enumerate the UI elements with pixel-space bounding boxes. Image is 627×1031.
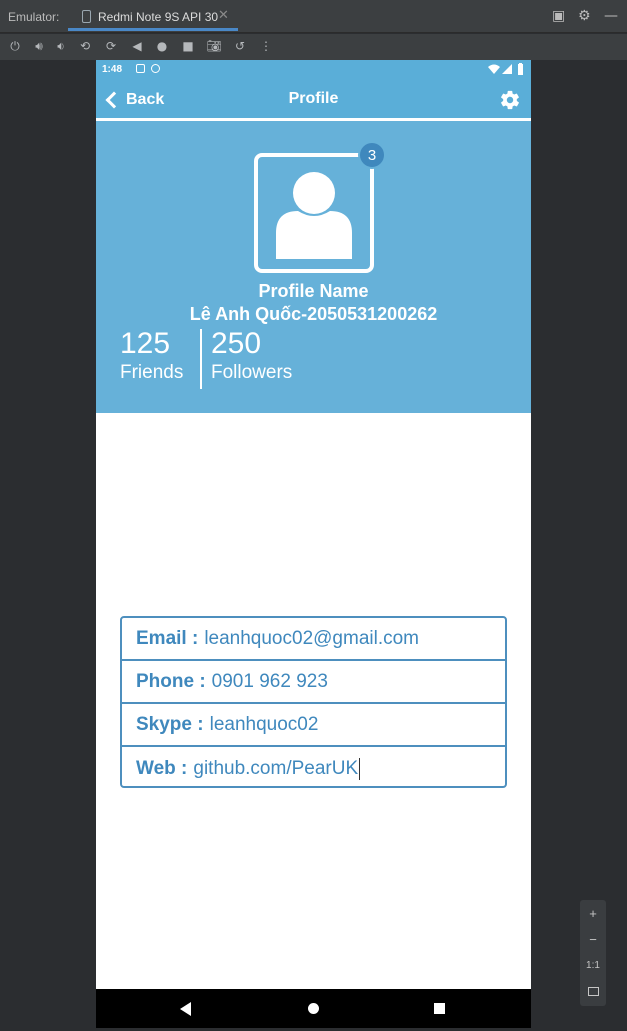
web-key: Web : xyxy=(136,757,188,779)
emulator-label: Emulator: xyxy=(8,10,60,24)
zoom-in-button[interactable]: + xyxy=(580,902,606,924)
profile-subtitle: Lê Anh Quốc-2050531200262 xyxy=(189,304,438,324)
app-bar: Back Profile xyxy=(96,80,531,120)
volume-up-icon[interactable]: 🔊︎ xyxy=(31,38,47,54)
fit-screen-button[interactable] xyxy=(580,980,606,1002)
back-icon[interactable]: ◀ xyxy=(129,38,145,54)
stat-followers[interactable]: 250 Followers xyxy=(211,327,292,385)
device-icon xyxy=(82,10,91,23)
zoom-controls: + − 1:1 xyxy=(580,900,606,1006)
rotate-left-icon[interactable]: ⟲ xyxy=(77,38,93,54)
phone-key: Phone : xyxy=(136,670,206,692)
snapshot-icon[interactable]: ↺ xyxy=(232,38,248,54)
fit-screen-icon xyxy=(587,986,599,996)
rotate-right-icon[interactable]: ⟳ xyxy=(103,38,119,54)
signal-icon xyxy=(502,64,512,74)
phone-screen: 1:48 Back Profile 3 Profile Name Lê Anh … xyxy=(96,60,531,1028)
contact-card: Email : leanhquoc02@gmail.com Phone : 09… xyxy=(120,616,507,788)
app-notification-icon xyxy=(151,64,160,73)
wifi-icon xyxy=(488,64,500,74)
notification-badge: 3 xyxy=(358,141,386,169)
actual-size-button[interactable]: 1:1 xyxy=(580,954,606,976)
phone-row[interactable]: Phone : 0901 962 923 xyxy=(122,661,505,704)
skype-value: leanhquoc02 xyxy=(209,713,319,735)
followers-label: Followers xyxy=(211,362,293,383)
status-time: 1:48 xyxy=(102,64,123,75)
settings-icon[interactable]: ⚙ xyxy=(578,9,591,23)
nav-home-icon[interactable] xyxy=(308,1003,319,1014)
followers-count: 250 xyxy=(211,327,262,360)
gear-icon[interactable] xyxy=(499,89,521,111)
camera-icon[interactable]: 📷︎ xyxy=(206,38,222,54)
home-icon[interactable]: ● xyxy=(154,38,170,54)
nav-recents-icon[interactable] xyxy=(434,1003,445,1014)
page-title: Profile xyxy=(288,90,339,107)
overview-icon[interactable]: ■ xyxy=(180,38,196,54)
system-nav-bar xyxy=(96,989,531,1028)
notification-icon xyxy=(136,64,145,73)
emulator-title-bar: Emulator: Redmi Note 9S API 30 ✕ ▣ ⚙ — xyxy=(0,0,627,33)
email-row[interactable]: Email : leanhquoc02@gmail.com xyxy=(122,618,505,661)
text-cursor xyxy=(359,757,361,780)
volume-down-icon[interactable]: 🔉︎ xyxy=(53,38,69,54)
restore-icon[interactable]: ▣ xyxy=(552,9,565,23)
device-tab-title: Redmi Note 9S API 30 xyxy=(98,10,219,24)
power-icon[interactable]: ⏻ xyxy=(7,38,23,54)
skype-row[interactable]: Skype : leanhquoc02 xyxy=(122,704,505,747)
close-tab-icon[interactable]: ✕ xyxy=(218,8,229,23)
email-key: Email : xyxy=(136,627,199,649)
friends-count: 125 xyxy=(120,327,171,360)
email-value: leanhquoc02@gmail.com xyxy=(204,627,419,649)
battery-icon xyxy=(518,63,523,75)
stat-friends[interactable]: 125 Friends xyxy=(120,327,183,385)
device-tab[interactable]: Redmi Note 9S API 30 ✕ xyxy=(68,4,238,31)
friends-label: Friends xyxy=(120,362,184,383)
stats-divider xyxy=(200,329,202,389)
web-row[interactable]: Web : github.com/PearUK xyxy=(122,747,505,790)
emulator-toolbar: ⏻ 🔊︎ 🔉︎ ⟲ ⟳ ◀ ● ■ 📷︎ ↺ ⋮ xyxy=(0,34,627,60)
zoom-out-button[interactable]: − xyxy=(580,928,606,950)
phone-value: 0901 962 923 xyxy=(211,670,328,692)
avatar[interactable] xyxy=(254,153,374,273)
profile-header: 3 Profile Name Lê Anh Quốc-2050531200262… xyxy=(96,121,531,413)
more-icon[interactable]: ⋮ xyxy=(258,38,274,54)
nav-back-icon[interactable] xyxy=(180,1002,191,1016)
skype-key: Skype : xyxy=(136,713,204,735)
minimize-icon[interactable]: — xyxy=(604,9,618,23)
status-bar: 1:48 xyxy=(96,60,531,80)
user-icon xyxy=(276,172,352,259)
web-value[interactable]: github.com/PearUK xyxy=(193,758,358,780)
profile-name: Profile Name xyxy=(258,281,369,301)
